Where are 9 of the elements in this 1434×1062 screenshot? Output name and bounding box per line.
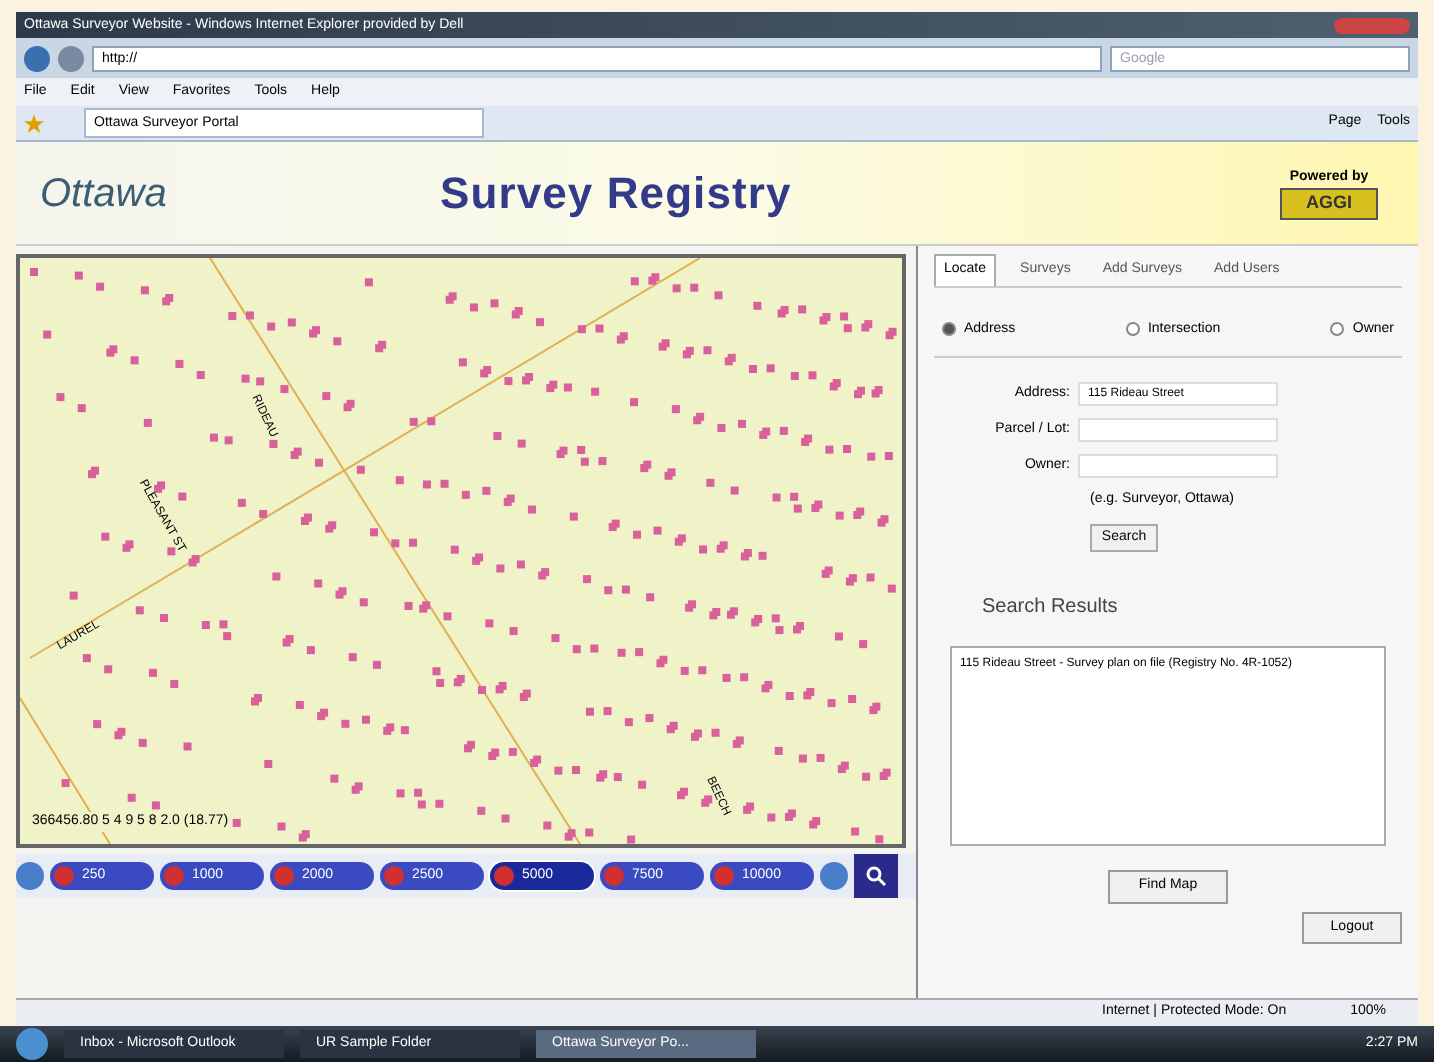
input-field[interactable] <box>1078 454 1278 478</box>
star-icon[interactable] <box>24 113 44 133</box>
results-heading: Search Results <box>982 594 1120 622</box>
input-field[interactable] <box>1078 418 1278 442</box>
page-title: Survey Registry <box>440 166 794 222</box>
magnifier-button[interactable] <box>854 854 898 898</box>
brand-logo: AGGI <box>1279 188 1378 219</box>
city-logo: Ottawa <box>40 169 169 219</box>
magnifier-icon <box>866 866 886 886</box>
